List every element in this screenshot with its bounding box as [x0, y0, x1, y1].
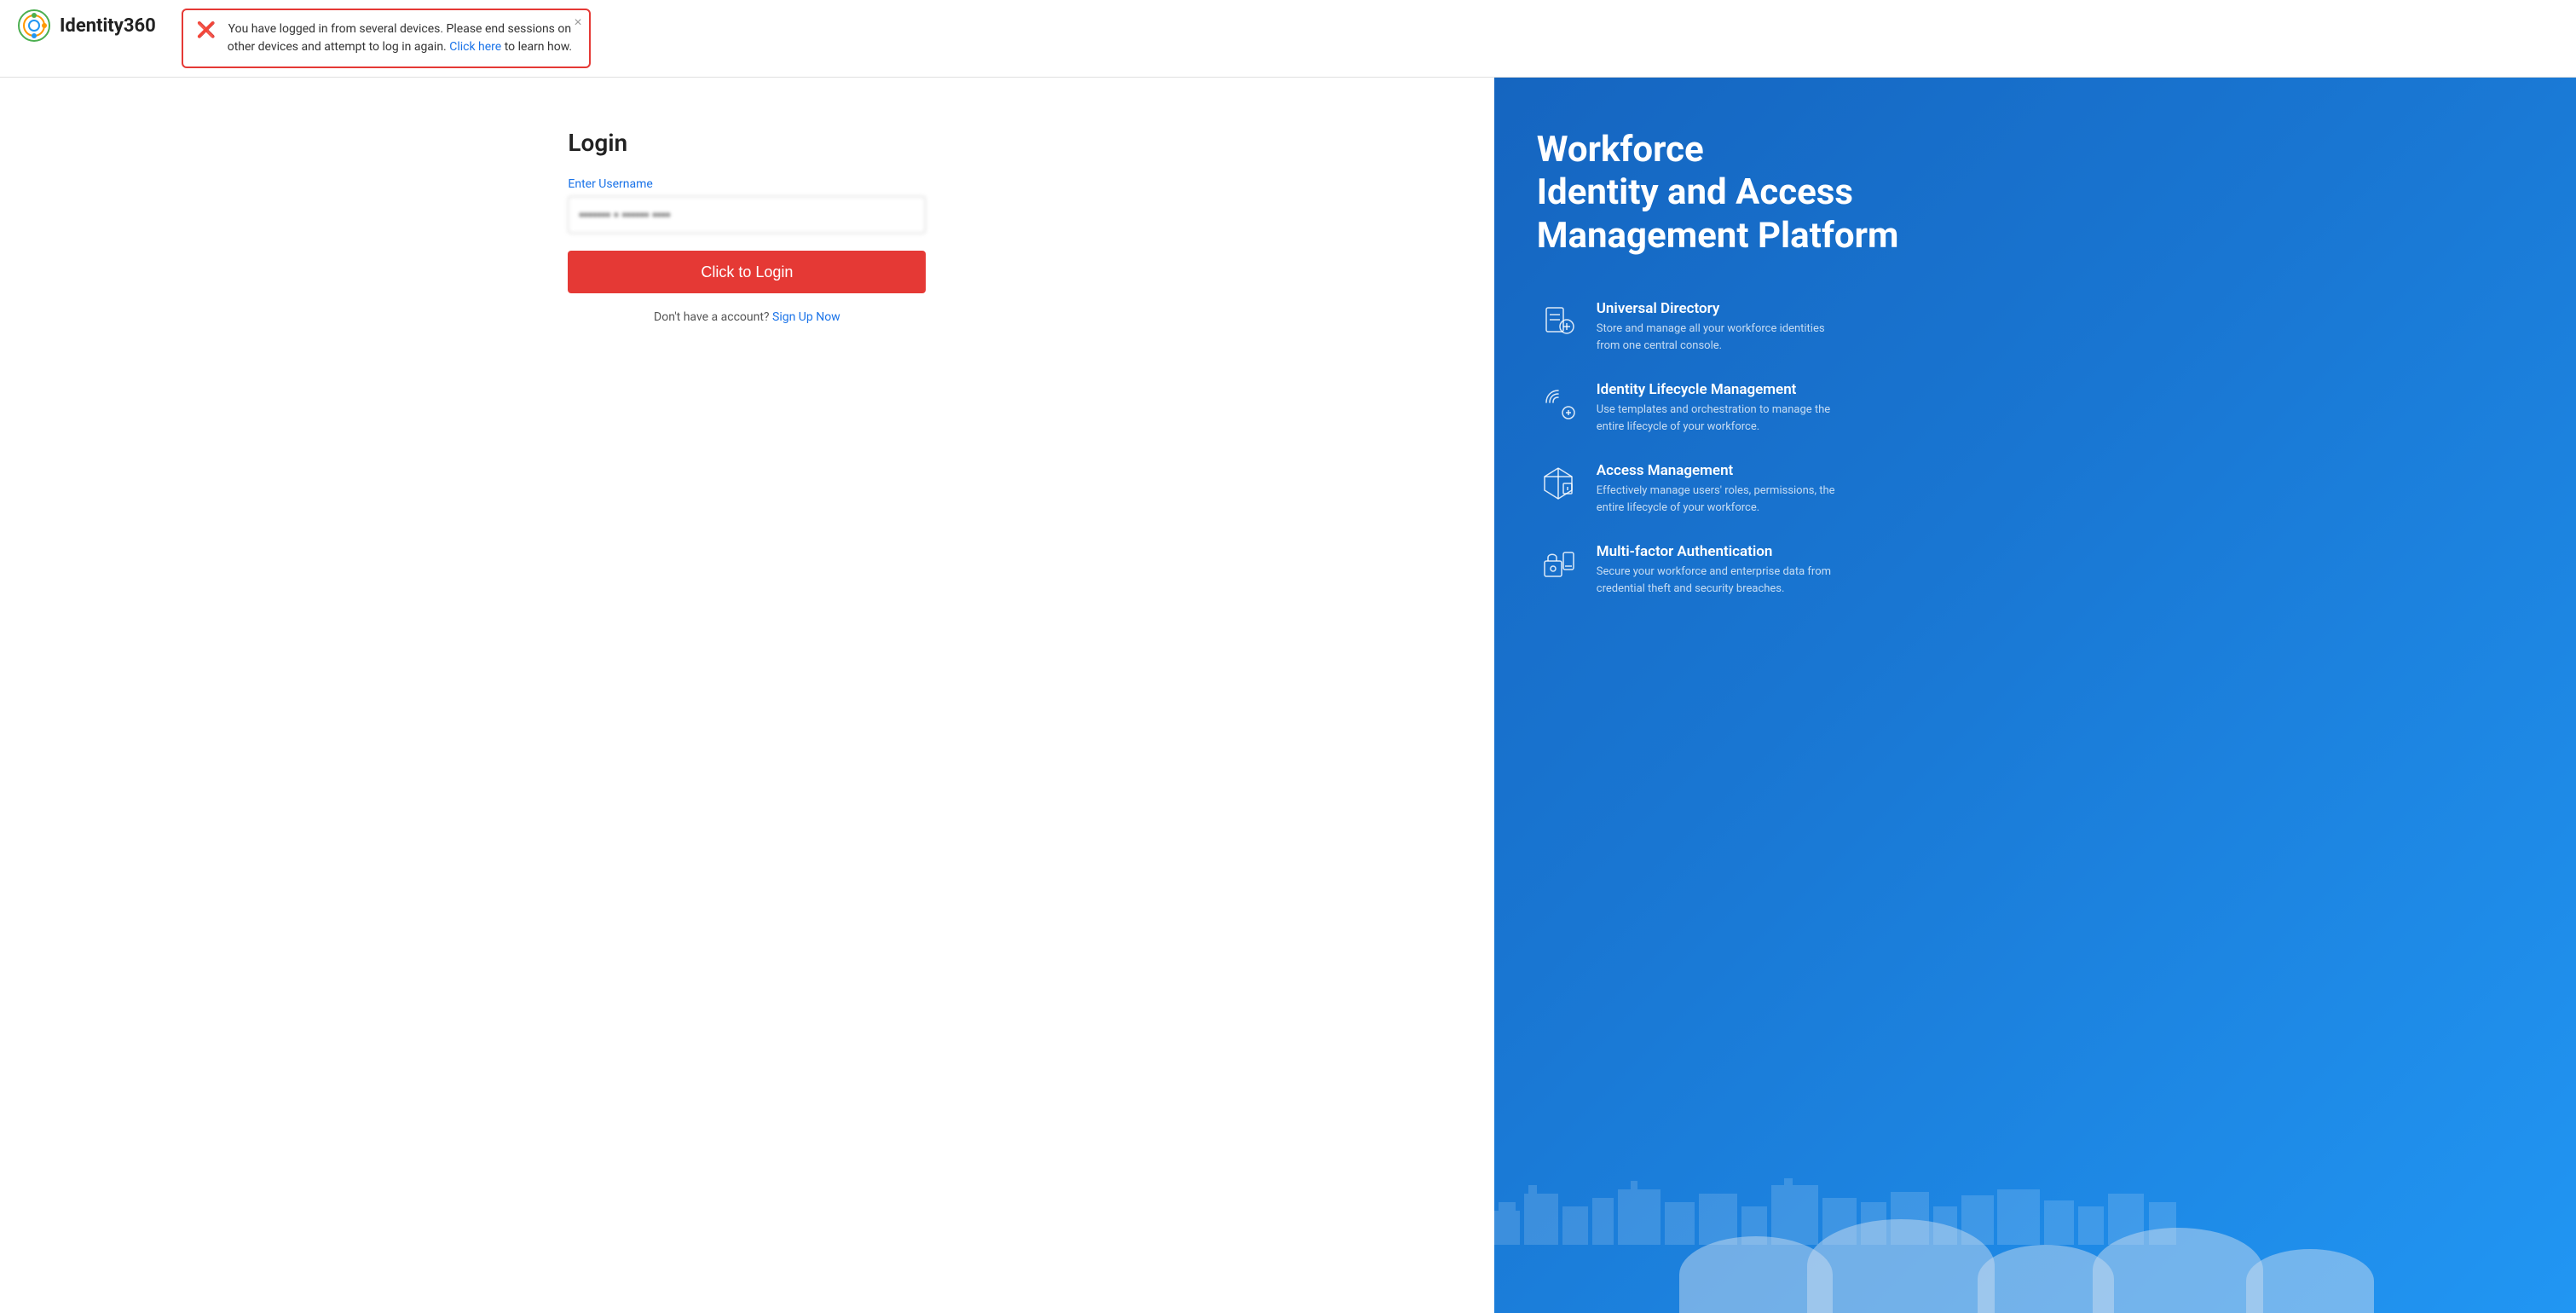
cloud-5 — [2246, 1249, 2374, 1313]
feature-title-directory: Universal Directory — [1597, 300, 1835, 317]
signup-link[interactable]: Sign Up Now — [772, 310, 840, 324]
logo-area: Identity360 — [17, 9, 156, 43]
cloud-2 — [1807, 1219, 1995, 1313]
feature-item-mfa: Multi-factor Authentication Secure your … — [1537, 543, 2533, 597]
access-icon — [1537, 462, 1580, 505]
feature-desc-mfa: Secure your workforce and enterprise dat… — [1597, 564, 1835, 597]
alert-message: You have logged in from several devices.… — [224, 20, 575, 56]
username-label: Enter Username — [568, 177, 926, 191]
alert-close-button[interactable]: × — [574, 15, 581, 30]
feature-title-mfa: Multi-factor Authentication — [1597, 543, 1835, 560]
directory-icon — [1537, 300, 1580, 343]
feature-item-directory: Universal Directory Store and manage all… — [1537, 300, 2533, 354]
username-input[interactable] — [568, 196, 926, 234]
feature-title-lifecycle: Identity Lifecycle Management — [1597, 381, 1835, 398]
logo-text: Identity360 — [60, 15, 156, 37]
feature-desc-access: Effectively manage users' roles, permiss… — [1597, 483, 1835, 516]
logo-icon — [17, 9, 51, 43]
feature-desc-lifecycle: Use templates and orchestration to manag… — [1597, 402, 1835, 435]
feature-list: Universal Directory Store and manage all… — [1537, 300, 2533, 597]
feature-item-lifecycle: Identity Lifecycle Management Use templa… — [1537, 381, 2533, 435]
alert-banner: ❌ You have logged in from several device… — [182, 9, 591, 68]
right-panel: Workforce Identity and Access Management… — [1494, 78, 2576, 1313]
alert-link[interactable]: Click here — [449, 40, 501, 54]
feature-desc-directory: Store and manage all your workforce iden… — [1597, 321, 1835, 354]
cloud-4 — [2093, 1228, 2263, 1313]
feature-title-access: Access Management — [1597, 462, 1835, 479]
error-icon: ❌ — [197, 21, 216, 39]
main-layout: Login Enter Username Click to Login Don'… — [0, 78, 2576, 1313]
login-button[interactable]: Click to Login — [568, 251, 926, 293]
signup-text: Don't have a account? Sign Up Now — [568, 310, 926, 324]
feature-item-access: Access Management Effectively manage use… — [1537, 462, 2533, 516]
login-form: Login Enter Username Click to Login Don'… — [568, 129, 926, 324]
lifecycle-icon — [1537, 381, 1580, 424]
top-bar: Identity360 ❌ You have logged in from se… — [0, 0, 2576, 78]
cloud-decoration — [1494, 1211, 2576, 1313]
login-title: Login — [568, 129, 926, 157]
mfa-icon — [1537, 543, 1580, 586]
left-panel: Login Enter Username Click to Login Don'… — [0, 78, 1494, 1313]
right-heading: Workforce Identity and Access Management… — [1537, 129, 2533, 257]
